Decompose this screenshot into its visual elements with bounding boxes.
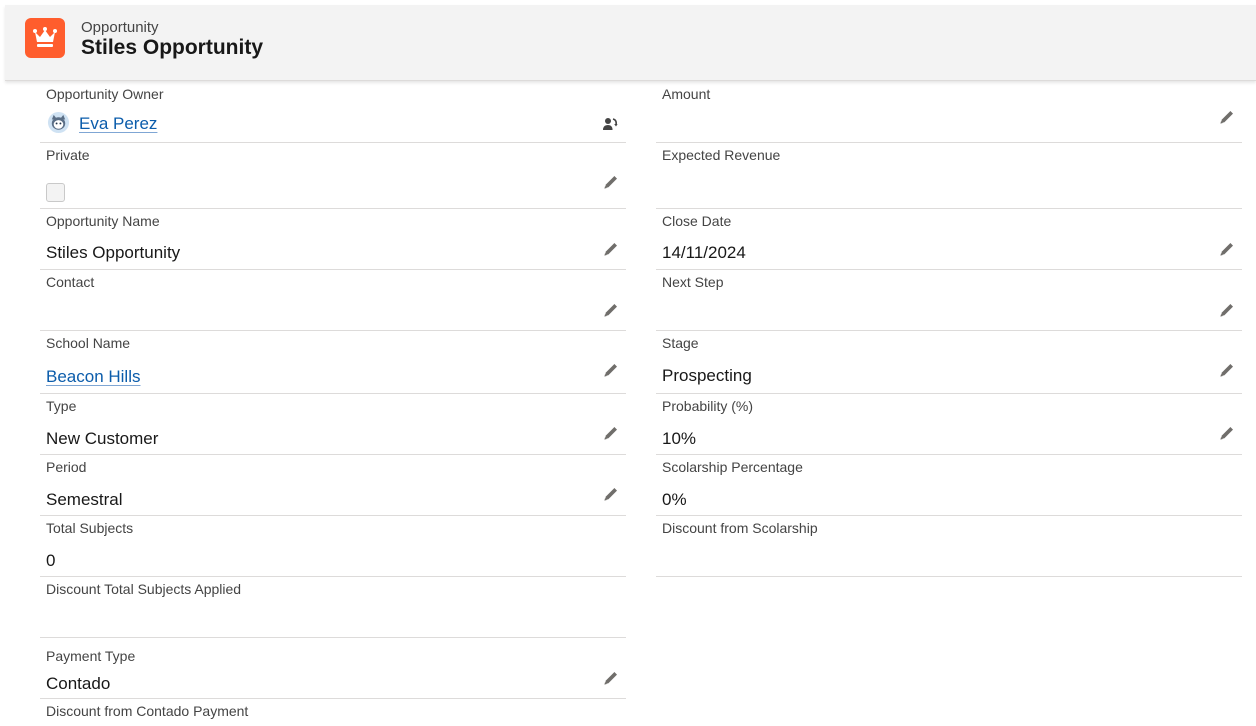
field-close-date: Close Date 14/11/2024 (656, 209, 1242, 270)
field-contact: Contact (40, 270, 626, 331)
field-label: Opportunity Owner (46, 86, 164, 102)
pencil-icon[interactable] (602, 361, 620, 379)
stage-value: Prospecting (662, 366, 752, 385)
payment-type-value: Contado (46, 674, 111, 693)
field-expected-revenue: Expected Revenue (656, 143, 1242, 209)
pencil-icon[interactable] (602, 240, 620, 258)
field-label: Close Date (662, 213, 732, 229)
field-discount-contado: Discount from Contado Payment (40, 699, 626, 726)
field-school-name: School Name Beacon Hills (40, 331, 626, 394)
pencil-icon[interactable] (602, 485, 620, 503)
private-checkbox[interactable] (46, 183, 65, 202)
field-label: Total Subjects (46, 520, 134, 536)
field-discount-scolarship: Discount from Scolarship (656, 516, 1242, 577)
field-amount: Amount (656, 82, 1242, 143)
object-label: Opportunity (81, 19, 159, 36)
pencil-icon[interactable] (602, 424, 620, 442)
field-scolarship-percentage: Scolarship Percentage 0% (656, 455, 1242, 516)
pencil-icon[interactable] (1218, 108, 1236, 126)
type-value: New Customer (46, 429, 159, 448)
field-label: Expected Revenue (662, 147, 781, 163)
pencil-icon[interactable] (1218, 301, 1236, 319)
astro-avatar-icon (47, 111, 70, 134)
field-label: Stage (662, 335, 699, 351)
field-payment-type: Payment Type Contado (40, 638, 626, 699)
close-date-value: 14/11/2024 (662, 243, 746, 262)
pencil-icon[interactable] (602, 173, 620, 191)
field-label: Payment Type (46, 648, 136, 664)
change-owner-icon[interactable] (602, 116, 618, 132)
field-label: Type (46, 398, 77, 414)
field-label: School Name (46, 335, 131, 351)
pencil-icon[interactable] (1218, 361, 1236, 379)
field-label: Private (46, 147, 90, 163)
record-header: Opportunity Stiles Opportunity (5, 5, 1256, 81)
field-next-step: Next Step (656, 270, 1242, 331)
probability-value: 10% (662, 429, 697, 448)
field-label: Discount from Contado Payment (46, 703, 249, 719)
owner-link[interactable]: Eva Perez (79, 114, 157, 134)
field-label: Next Step (662, 274, 724, 290)
field-stage: Stage Prospecting (656, 331, 1242, 394)
field-period: Period Semestral (40, 455, 626, 516)
field-label: Scolarship Percentage (662, 459, 803, 475)
scolarship-percentage-value: 0% (662, 490, 687, 509)
field-label: Amount (662, 86, 711, 102)
pencil-icon[interactable] (602, 669, 620, 687)
field-label: Discount from Scolarship (662, 520, 818, 536)
crown-icon (25, 18, 65, 58)
opportunity-name-value: Stiles Opportunity (46, 243, 181, 262)
school-name-link[interactable]: Beacon Hills (46, 367, 141, 387)
pencil-icon[interactable] (602, 301, 620, 319)
pencil-icon[interactable] (1218, 240, 1236, 258)
field-label: Discount Total Subjects Applied (46, 581, 242, 597)
field-probability: Probability (%) 10% (656, 394, 1242, 455)
field-private: Private (40, 143, 626, 209)
field-type: Type New Customer (40, 394, 626, 455)
period-value: Semestral (46, 490, 123, 509)
field-discount-total-subjects: Discount Total Subjects Applied (40, 577, 626, 638)
pencil-icon[interactable] (1218, 424, 1236, 442)
record-title: Stiles Opportunity (81, 36, 264, 59)
total-subjects-value: 0 (46, 551, 56, 570)
field-total-subjects: Total Subjects 0 (40, 516, 626, 577)
field-label: Opportunity Name (46, 213, 160, 229)
field-opportunity-name: Opportunity Name Stiles Opportunity (40, 209, 626, 270)
field-label: Probability (%) (662, 398, 754, 414)
field-label: Period (46, 459, 87, 475)
field-opportunity-owner: Opportunity Owner Eva Perez (40, 82, 626, 143)
field-label: Contact (46, 274, 95, 290)
